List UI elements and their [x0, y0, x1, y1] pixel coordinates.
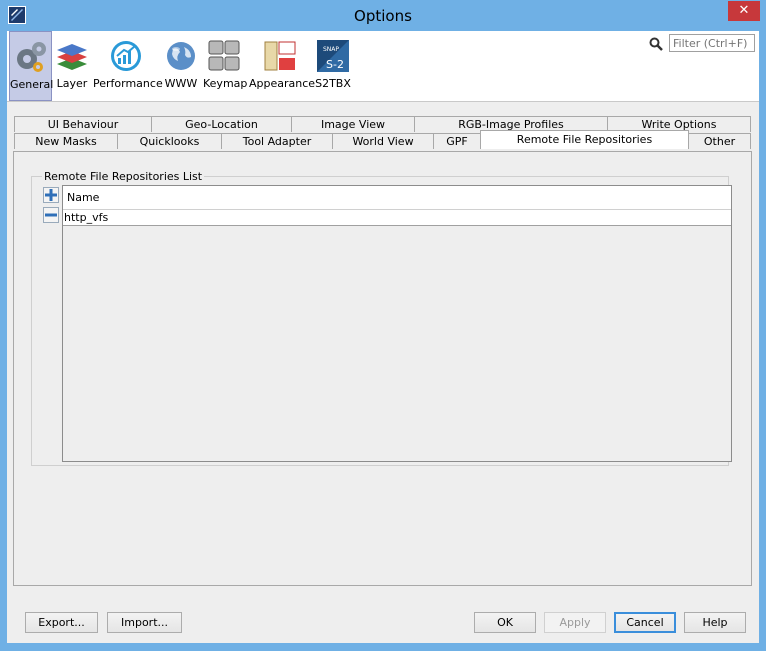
category-general[interactable]: General — [9, 31, 54, 101]
category-label: General — [10, 78, 54, 91]
options-window: Options ✕ General Layer Performance WWW … — [0, 0, 766, 651]
minus-icon — [45, 213, 57, 217]
remove-repository-button[interactable] — [43, 207, 59, 223]
tab-world-view[interactable]: World View — [332, 133, 434, 149]
close-window-button[interactable]: ✕ — [728, 1, 760, 21]
help-button[interactable]: Help — [684, 612, 746, 633]
keyboard-icon — [208, 40, 240, 71]
export-button[interactable]: Export... — [25, 612, 98, 633]
cancel-button[interactable]: Cancel — [614, 612, 676, 633]
apply-button[interactable]: Apply — [544, 612, 606, 633]
globe-icon — [167, 42, 195, 70]
category-bar: General Layer Performance WWW Keymap App… — [7, 31, 759, 102]
category-label: S2TBX — [315, 77, 351, 90]
tab-tool-adapter[interactable]: Tool Adapter — [221, 133, 333, 149]
tab-ui-behaviour[interactable]: UI Behaviour — [14, 116, 152, 132]
filter-input[interactable] — [669, 34, 755, 52]
category-performance[interactable]: Performance — [93, 31, 163, 101]
category-label: Appearance — [249, 77, 316, 90]
tab-quicklooks[interactable]: Quicklooks — [117, 133, 222, 149]
category-www[interactable]: WWW — [163, 31, 199, 101]
gears-icon — [17, 42, 46, 72]
tab-new-masks[interactable]: New Masks — [14, 133, 118, 149]
title-bar[interactable]: Options ✕ — [0, 0, 766, 30]
import-button[interactable]: Import... — [107, 612, 182, 633]
tab-gpf[interactable]: GPF — [433, 133, 481, 149]
category-label: Layer — [56, 77, 88, 90]
column-header-name: Name — [67, 191, 100, 204]
category-label: Performance — [93, 77, 163, 90]
search-icon — [649, 37, 663, 51]
window-title: Options — [354, 7, 412, 25]
category-s2tbx[interactable]: S-2 SNAP S2TBX — [315, 31, 351, 101]
svg-text:SNAP: SNAP — [323, 46, 339, 53]
category-label: Keymap — [203, 77, 248, 90]
svg-text:S-2: S-2 — [326, 58, 344, 71]
ok-button[interactable]: OK — [474, 612, 536, 633]
snap-s2-icon: S-2 SNAP — [317, 40, 349, 72]
repositories-table: Name http_vfs — [62, 185, 732, 462]
performance-chart-icon — [111, 41, 141, 71]
tab-geo-location[interactable]: Geo-Location — [151, 116, 292, 132]
category-keymap[interactable]: Keymap — [203, 31, 248, 101]
category-appearance[interactable]: Appearance — [249, 31, 316, 101]
add-repository-button[interactable] — [43, 187, 59, 203]
group-title: Remote File Repositories List — [42, 170, 205, 183]
table-header[interactable]: Name — [63, 186, 731, 210]
layers-icon — [57, 44, 87, 70]
table-row[interactable]: http_vfs — [63, 210, 731, 226]
tab-image-view[interactable]: Image View — [291, 116, 415, 132]
table-cell-name: http_vfs — [64, 211, 109, 224]
dialog-content: General Layer Performance WWW Keymap App… — [7, 31, 759, 643]
category-label: WWW — [164, 77, 198, 90]
appearance-icon — [264, 41, 296, 71]
tab-remote-file-repositories[interactable]: Remote File Repositories — [480, 130, 689, 149]
plus-icon — [45, 189, 57, 201]
tab-other[interactable]: Other — [688, 133, 751, 149]
category-layer[interactable]: Layer — [54, 31, 90, 101]
